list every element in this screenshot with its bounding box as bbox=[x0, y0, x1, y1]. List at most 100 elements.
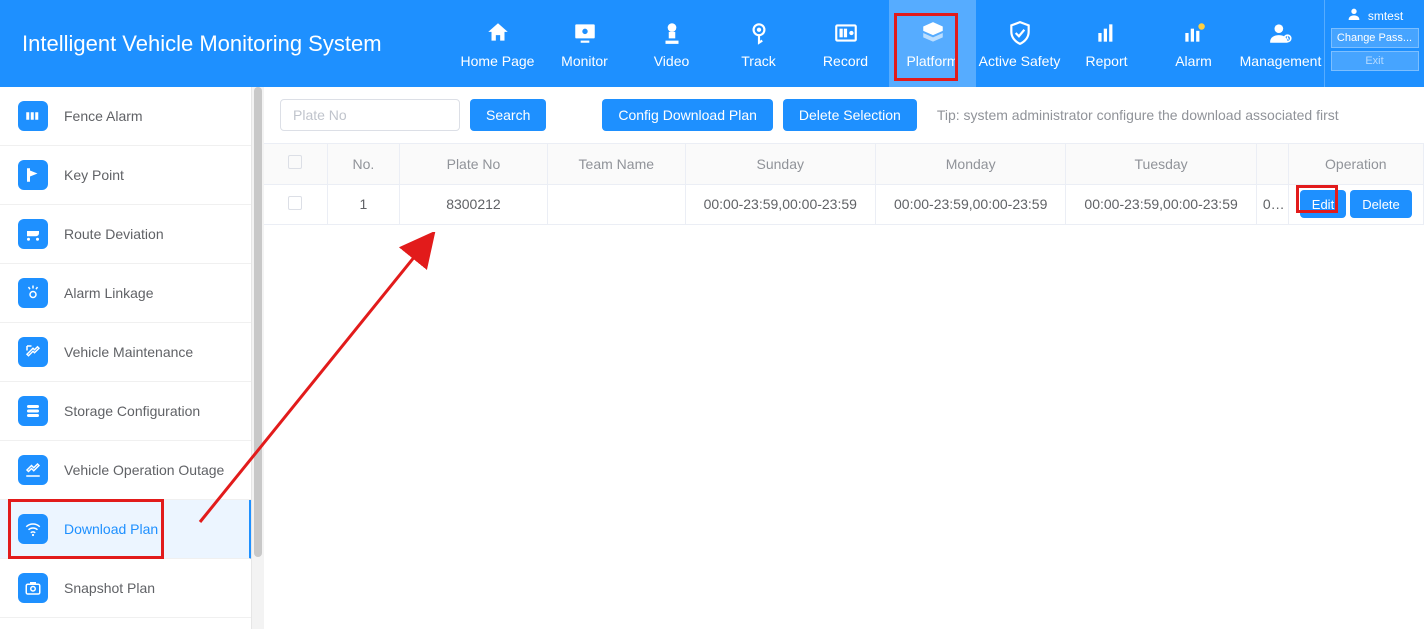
nav-report[interactable]: Report bbox=[1063, 0, 1150, 87]
sidebar-icon bbox=[18, 219, 48, 249]
nav-label: Record bbox=[823, 53, 868, 69]
sidebar-icon bbox=[18, 514, 48, 544]
nav-management[interactable]: Management bbox=[1237, 0, 1324, 87]
sidebar-item-snapshot-plan[interactable]: Snapshot Plan bbox=[0, 559, 252, 618]
change-password-button[interactable]: Change Pass... bbox=[1331, 28, 1419, 48]
edit-button[interactable]: Edit bbox=[1300, 190, 1346, 218]
header-plate: Plate No bbox=[399, 144, 547, 184]
main-content: Search Config Download Plan Delete Selec… bbox=[264, 87, 1424, 629]
user-panel: smtest Change Pass... Exit bbox=[1324, 0, 1424, 87]
delete-button[interactable]: Delete bbox=[1350, 190, 1412, 218]
nav-icon bbox=[1006, 19, 1034, 47]
header-monday: Monday bbox=[875, 144, 1065, 184]
table-wrap: No. Plate No Team Name Sunday Monday Tue… bbox=[264, 143, 1424, 225]
cell-plate: 8300212 bbox=[399, 184, 547, 224]
exit-button[interactable]: Exit bbox=[1331, 51, 1419, 71]
sidebar-list: Fence Alarm Key Point Route Deviation Alarm… bbox=[0, 87, 252, 618]
nav-label: Alarm bbox=[1175, 53, 1212, 69]
sidebar-item-label: Vehicle Maintenance bbox=[64, 344, 193, 360]
nav-icon bbox=[919, 19, 947, 47]
nav-label: Platform bbox=[906, 53, 958, 69]
header-no: No. bbox=[327, 144, 399, 184]
nav-monitor[interactable]: Monitor bbox=[541, 0, 628, 87]
header-checkbox-cell bbox=[264, 144, 327, 184]
sidebar-item-download-plan[interactable]: Download Plan bbox=[0, 500, 252, 559]
select-all-checkbox[interactable] bbox=[288, 155, 302, 169]
user-name: smtest bbox=[1368, 9, 1403, 23]
sidebar-item-label: Snapshot Plan bbox=[64, 580, 155, 596]
sidebar-icon bbox=[18, 337, 48, 367]
cell-operation: EditDelete bbox=[1288, 184, 1423, 224]
sidebar-item-label: Fence Alarm bbox=[64, 108, 143, 124]
nav-icon bbox=[1180, 19, 1208, 47]
row-checkbox[interactable] bbox=[288, 196, 302, 210]
nav-icon bbox=[571, 19, 599, 47]
sidebar-scrollbar-thumb[interactable] bbox=[254, 87, 262, 557]
sidebar-item-vehicle-operation-outage[interactable]: Vehicle Operation Outage bbox=[0, 441, 252, 500]
nav-label: Track bbox=[741, 53, 775, 69]
table-row: 1830021200:00-23:59,00:00-23:5900:00-23:… bbox=[264, 184, 1424, 224]
user-icon bbox=[1346, 6, 1362, 25]
nav-icon bbox=[1267, 19, 1295, 47]
download-plan-table: No. Plate No Team Name Sunday Monday Tue… bbox=[264, 144, 1424, 225]
sidebar-item-label: Alarm Linkage bbox=[64, 285, 154, 301]
nav-alarm[interactable]: Alarm bbox=[1150, 0, 1237, 87]
sidebar-scrollbar-track[interactable] bbox=[252, 87, 264, 629]
sidebar-item-fence-alarm[interactable]: Fence Alarm bbox=[0, 87, 252, 146]
nav-icon bbox=[745, 19, 773, 47]
toolbar: Search Config Download Plan Delete Selec… bbox=[264, 87, 1424, 143]
sidebar-icon bbox=[18, 396, 48, 426]
nav-platform[interactable]: Platform bbox=[889, 0, 976, 87]
nav-video[interactable]: Video bbox=[628, 0, 715, 87]
sidebar-icon bbox=[18, 160, 48, 190]
nav-label: Video bbox=[654, 53, 690, 69]
header-team: Team Name bbox=[548, 144, 686, 184]
nav-home-page[interactable]: Home Page bbox=[454, 0, 541, 87]
sidebar-icon bbox=[18, 101, 48, 131]
sidebar-icon bbox=[18, 278, 48, 308]
cell-tuesday: 00:00-23:59,00:00-23:59 bbox=[1066, 184, 1256, 224]
sidebar-item-alarm-linkage[interactable]: Alarm Linkage bbox=[0, 264, 252, 323]
sidebar-item-label: Download Plan bbox=[64, 521, 158, 537]
config-download-plan-button[interactable]: Config Download Plan bbox=[602, 99, 773, 131]
nav-label: Home Page bbox=[461, 53, 535, 69]
header-operation: Operation bbox=[1288, 144, 1423, 184]
header-sunday: Sunday bbox=[685, 144, 875, 184]
cell-no: 1 bbox=[327, 184, 399, 224]
cell-sunday: 00:00-23:59,00:00-23:59 bbox=[685, 184, 875, 224]
header-more bbox=[1256, 144, 1288, 184]
nav-icon bbox=[832, 19, 860, 47]
header-tuesday: Tuesday bbox=[1066, 144, 1256, 184]
app-title: Intelligent Vehicle Monitoring System bbox=[0, 0, 454, 87]
sidebar-item-vehicle-maintenance[interactable]: Vehicle Maintenance bbox=[0, 323, 252, 382]
top-nav: Intelligent Vehicle Monitoring System Ho… bbox=[0, 0, 1424, 87]
nav-track[interactable]: Track bbox=[715, 0, 802, 87]
nav-icon bbox=[1093, 19, 1121, 47]
sidebar-icon bbox=[18, 573, 48, 603]
nav-label: Active Safety bbox=[979, 53, 1061, 69]
nav-icon bbox=[484, 19, 512, 47]
nav-items: Home Page Monitor Video Track Record Platform… bbox=[454, 0, 1324, 87]
nav-active-safety[interactable]: Active Safety bbox=[976, 0, 1063, 87]
delete-selection-button[interactable]: Delete Selection bbox=[783, 99, 917, 131]
nav-label: Report bbox=[1085, 53, 1127, 69]
row-checkbox-cell bbox=[264, 184, 327, 224]
search-button[interactable]: Search bbox=[470, 99, 546, 131]
sidebar-item-label: Key Point bbox=[64, 167, 124, 183]
nav-label: Management bbox=[1240, 53, 1322, 69]
cell-team bbox=[548, 184, 686, 224]
sidebar-item-route-deviation[interactable]: Route Deviation bbox=[0, 205, 252, 264]
sidebar-item-label: Route Deviation bbox=[64, 226, 164, 242]
tip-text: Tip: system administrator configure the … bbox=[937, 107, 1339, 123]
nav-record[interactable]: Record bbox=[802, 0, 889, 87]
nav-label: Monitor bbox=[561, 53, 608, 69]
plate-no-input[interactable] bbox=[280, 99, 460, 131]
table-body: 1830021200:00-23:59,00:00-23:5900:00-23:… bbox=[264, 184, 1424, 224]
sidebar-item-key-point[interactable]: Key Point bbox=[0, 146, 252, 205]
cell-monday: 00:00-23:59,00:00-23:59 bbox=[875, 184, 1065, 224]
sidebar-item-storage-configuration[interactable]: Storage Configuration bbox=[0, 382, 252, 441]
sidebar-item-label: Storage Configuration bbox=[64, 403, 200, 419]
table-header-row: No. Plate No Team Name Sunday Monday Tue… bbox=[264, 144, 1424, 184]
sidebar-item-label: Vehicle Operation Outage bbox=[64, 462, 224, 478]
nav-icon bbox=[658, 19, 686, 47]
